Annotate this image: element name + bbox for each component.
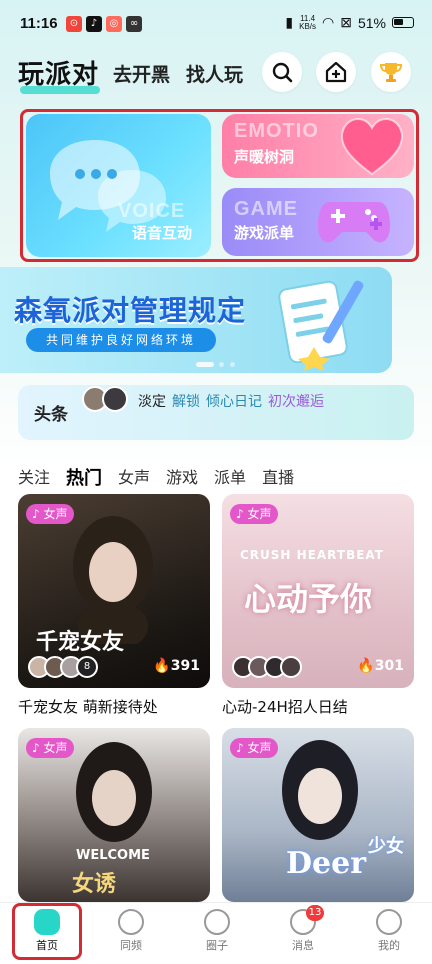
planet-icon xyxy=(204,909,230,935)
status-bar: 11:16 ⊙ ♪ ◎ ∞ ▮ 11.4 KB/s ◠ ⊠ 51% xyxy=(0,0,432,44)
room-caption[interactable]: 心动-24H招人日结 xyxy=(222,696,348,717)
room-tag-badge: ♪ 女声 xyxy=(26,504,74,524)
nav-profile[interactable]: 我的 xyxy=(346,909,432,953)
room-art-subtitle: 少女 xyxy=(368,836,404,857)
search-icon xyxy=(272,62,293,83)
headline-label: 头条 xyxy=(34,405,68,425)
tab-dispatch[interactable]: 派单 xyxy=(214,464,246,490)
banner-subtitle: 共同维护良好网络环境 xyxy=(26,328,216,352)
room-member-avatars: 8 xyxy=(28,656,98,678)
battery-icon xyxy=(392,17,414,28)
carousel-dot xyxy=(230,362,235,367)
leaderboard-button[interactable] xyxy=(371,52,411,92)
wifi-icon: ◠ xyxy=(322,14,335,30)
search-button[interactable] xyxy=(262,52,302,92)
category-tabs: 关注 热门 女声 游戏 派单 直播 xyxy=(18,464,294,490)
create-room-button[interactable] xyxy=(316,52,356,92)
battery-text: 51% xyxy=(357,14,386,31)
room-tag-badge: ♪ 女声 xyxy=(230,738,278,758)
nav-link-play[interactable]: 去开黑 xyxy=(113,60,170,87)
feature-highlight-outline xyxy=(20,109,419,262)
tab-female-voice[interactable]: 女声 xyxy=(118,464,150,490)
tab-follow[interactable]: 关注 xyxy=(18,464,50,490)
tab-live[interactable]: 直播 xyxy=(262,464,294,490)
headline-avatars xyxy=(82,386,128,412)
headline-tags: 淡定 解锁 倾心日记 初次邂逅 xyxy=(138,391,324,411)
home-highlight-outline xyxy=(12,903,82,960)
nav-messages[interactable]: 消息 xyxy=(260,909,346,953)
room-art-subtitle: CRUSH HEARTBEAT xyxy=(240,548,384,562)
avatar xyxy=(280,656,302,678)
notification-icon-2: ∞ xyxy=(126,16,142,32)
network-speed: 11.4 KB/s xyxy=(299,13,317,31)
room-art-subtitle: WELCOME xyxy=(76,848,150,863)
app-notification-icon: ⊙ xyxy=(66,16,82,32)
nav-link-find[interactable]: 找人玩 xyxy=(186,60,243,87)
room-member-avatars xyxy=(232,656,302,678)
document-pen-icon xyxy=(278,280,364,371)
room-heat-count: 🔥301 xyxy=(357,658,404,674)
avatar-more-count: 8 xyxy=(76,656,98,678)
tiktok-icon: ♪ xyxy=(86,16,102,32)
host-portrait xyxy=(76,742,152,842)
message-count-badge: 13 xyxy=(306,905,324,921)
room-card[interactable]: ♪ 女声 Deer 少女 xyxy=(222,728,414,902)
nav-circle[interactable]: 圈子 xyxy=(174,909,260,953)
room-art-title: Deer xyxy=(286,846,366,881)
notification-icon: ◎ xyxy=(106,16,122,32)
tab-games[interactable]: 游戏 xyxy=(166,464,198,490)
sim-icon: ⊠ xyxy=(340,14,352,30)
room-tag-badge: ♪ 女声 xyxy=(230,504,278,524)
headline-tag[interactable]: 倾心日记 xyxy=(206,391,262,411)
host-portrait xyxy=(282,740,358,840)
room-card[interactable]: ♪ 女声 千宠女友 8 🔥391 xyxy=(18,494,210,688)
add-home-icon xyxy=(325,61,347,83)
tab-hot[interactable]: 热门 xyxy=(66,464,102,490)
headline-tag[interactable]: 解锁 xyxy=(172,391,200,411)
nav-sync[interactable]: 同频 xyxy=(88,909,174,953)
music-disc-icon xyxy=(118,909,144,935)
room-tag-badge: ♪ 女声 xyxy=(26,738,74,758)
room-art-title: 心动予你 xyxy=(244,580,373,618)
room-caption[interactable]: 千宠女友 萌新接待处 xyxy=(18,696,158,717)
room-card[interactable]: ♪ 女声 WELCOME 女诱 xyxy=(18,728,210,902)
carousel-dot xyxy=(219,362,224,367)
carousel-dot-active xyxy=(196,362,214,367)
announcement-banner[interactable]: 森氧派对管理规定 xyxy=(0,267,392,373)
room-art-title: 千宠女友 xyxy=(36,630,125,655)
status-right: ▮ 11.4 KB/s ◠ ⊠ 51% xyxy=(285,14,414,31)
headline-tag[interactable]: 初次邂逅 xyxy=(268,391,324,411)
vibrate-icon: ▮ xyxy=(285,14,294,30)
banner-title: 森氧派对管理规定 xyxy=(14,294,247,327)
room-art-title: 女诱 xyxy=(72,872,117,897)
status-time: 11:16 xyxy=(20,15,58,32)
brand-title: 玩派对 xyxy=(18,60,100,90)
room-card[interactable]: CRUSH HEARTBEAT 心动予你 ♪ 女声 🔥301 xyxy=(222,494,414,688)
room-heat-count: 🔥391 xyxy=(153,658,200,674)
avatar xyxy=(102,386,128,412)
headline-tag[interactable]: 淡定 xyxy=(138,391,166,411)
smiley-icon xyxy=(376,909,402,935)
trophy-icon xyxy=(379,63,403,82)
